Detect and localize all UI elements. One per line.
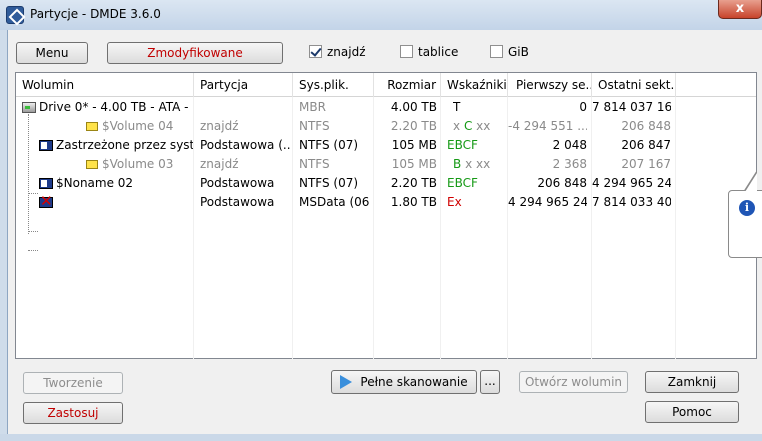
checkbox-gib[interactable]: GiB [490, 45, 529, 61]
cell-filesystem: NTFS (07) [299, 176, 359, 190]
column-header-partition[interactable]: Partycja [194, 73, 293, 97]
cell-partition: Podstawowa (... [200, 138, 290, 152]
cell-flags: Ex [447, 195, 462, 209]
cell-flags: EBCF [447, 176, 478, 190]
window-title: Partycje - DMDE 3.6.0 [30, 7, 161, 21]
cell-volume: Zastrzeżone przez system [56, 138, 193, 152]
balloon-tail-fill [745, 173, 757, 192]
partition-table[interactable]: Wolumin Partycja Sys.plik. Rozmiar Wskaź… [15, 72, 757, 359]
cell-flags: x C xx [453, 119, 491, 133]
column-header-filesystem[interactable]: Sys.plik. [293, 73, 374, 97]
volume-icon [86, 122, 98, 131]
more-options-button[interactable]: ... [480, 370, 500, 394]
cell-first-sector: 2 048 [552, 138, 587, 152]
cell-first-sector: 4 294 965 248 [508, 195, 587, 209]
table-row[interactable]: $Volume 03 znajdź NTFS 105 MB B x xx 2 3… [16, 155, 756, 174]
error-cross-icon: ✕ [40, 192, 53, 210]
cell-flags: B x xx [453, 157, 491, 171]
cell-partition: Podstawowa [200, 195, 275, 209]
cell-volume: $Noname 02 [56, 176, 134, 190]
column-header-size[interactable]: Rozmiar [374, 73, 441, 97]
cell-size: 2.20 TB [390, 119, 437, 133]
cell-last-sector: 206 848 [621, 119, 671, 133]
play-icon [340, 375, 353, 389]
app-icon [6, 6, 24, 24]
table-row[interactable]: $Noname 02 Podstawowa NTFS (07) 2.20 TB … [16, 174, 756, 193]
checkbox-find-box[interactable] [309, 45, 322, 58]
cell-size: 105 MB [391, 138, 437, 152]
column-header-flags[interactable]: Wskaźniki [441, 73, 508, 97]
cell-partition: znajdź [200, 119, 239, 133]
help-button[interactable]: Pomoc [645, 401, 739, 423]
cell-flags: EBCF [447, 138, 478, 152]
menu-button[interactable]: Menu [16, 42, 88, 64]
tree-line [28, 250, 38, 251]
window-bottom-border [0, 434, 762, 441]
apply-button[interactable]: Zastosuj [23, 402, 123, 424]
title-bar: Partycje - DMDE 3.6.0 [0, 0, 762, 30]
window-close-button[interactable]: x [718, 0, 762, 19]
cell-partition: znajdź [200, 157, 239, 171]
cell-first-sector: -4 294 551 ... [508, 119, 587, 133]
create-button[interactable]: Tworzenie [23, 372, 123, 394]
cell-flags: T [453, 100, 461, 114]
dialog-client: Menu Zmodyfikowane znajdź tablice GiB Wo… [7, 30, 762, 434]
open-volume-button[interactable]: Otwórz wolumin [519, 371, 628, 393]
info-icon: i [739, 200, 755, 216]
column-header-last-sector[interactable]: Ostatni sekt... [592, 73, 676, 97]
cell-last-sector: 206 847 [621, 138, 671, 152]
full-scan-button[interactable]: Pełne skanowanie [331, 370, 477, 394]
cell-filesystem: MSData (06) [299, 195, 369, 209]
cell-first-sector: 206 848 [537, 176, 587, 190]
checkbox-gib-box[interactable] [490, 45, 503, 58]
table-row[interactable]: $Volume 04 znajdź NTFS 2.20 TB x C xx -4… [16, 117, 756, 136]
checkbox-find[interactable]: znajdź [309, 45, 366, 61]
partition-icon [39, 140, 53, 151]
checkbox-tables-box[interactable] [400, 45, 413, 58]
cell-size: 2.20 TB [390, 176, 437, 190]
column-header-volume[interactable]: Wolumin [16, 73, 194, 97]
table-row[interactable]: ✕ Podstawowa MSData (06) 1.80 TB Ex 4 29… [16, 193, 756, 212]
cell-filesystem: NTFS [299, 119, 330, 133]
cell-size: 1.80 TB [390, 195, 437, 209]
cell-last-sector: 4 294 965 247 [592, 176, 671, 190]
column-header-first-sector[interactable]: Pierwszy se... [508, 73, 592, 97]
cell-first-sector: 2 368 [552, 157, 587, 171]
cell-filesystem: MBR [299, 100, 326, 114]
checkbox-tables[interactable]: tablice [400, 45, 458, 61]
table-row[interactable]: Drive 0* - 4.00 TB - ATA - ... MBR 4.00 … [16, 98, 756, 117]
cell-filesystem: NTFS [299, 157, 330, 171]
cell-first-sector: 0 [579, 100, 587, 114]
cell-last-sector: 207 167 [621, 157, 671, 171]
close-button[interactable]: Zamknij [645, 371, 739, 393]
drive-icon [22, 102, 36, 113]
cell-size: 4.00 TB [390, 100, 437, 114]
modified-button[interactable]: Zmodyfikowane [107, 42, 283, 64]
tree-line [28, 231, 38, 232]
cell-size: 105 MB [391, 157, 437, 171]
cell-volume: Drive 0* - 4.00 TB - ATA - ... [39, 100, 193, 114]
cell-last-sector: 7 814 033 407 [592, 195, 671, 209]
cell-volume: $Volume 04 [102, 119, 174, 133]
volume-icon [86, 160, 98, 169]
cell-filesystem: NTFS (07) [299, 138, 359, 152]
table-header: Wolumin Partycja Sys.plik. Rozmiar Wskaź… [16, 73, 756, 97]
table-row[interactable]: Zastrzeżone przez system Podstawowa (...… [16, 136, 756, 155]
cell-volume: $Volume 03 [102, 157, 174, 171]
partition-icon [39, 178, 53, 189]
cell-last-sector: 7 814 037 167 [592, 100, 671, 114]
cell-partition: Podstawowa [200, 176, 275, 190]
